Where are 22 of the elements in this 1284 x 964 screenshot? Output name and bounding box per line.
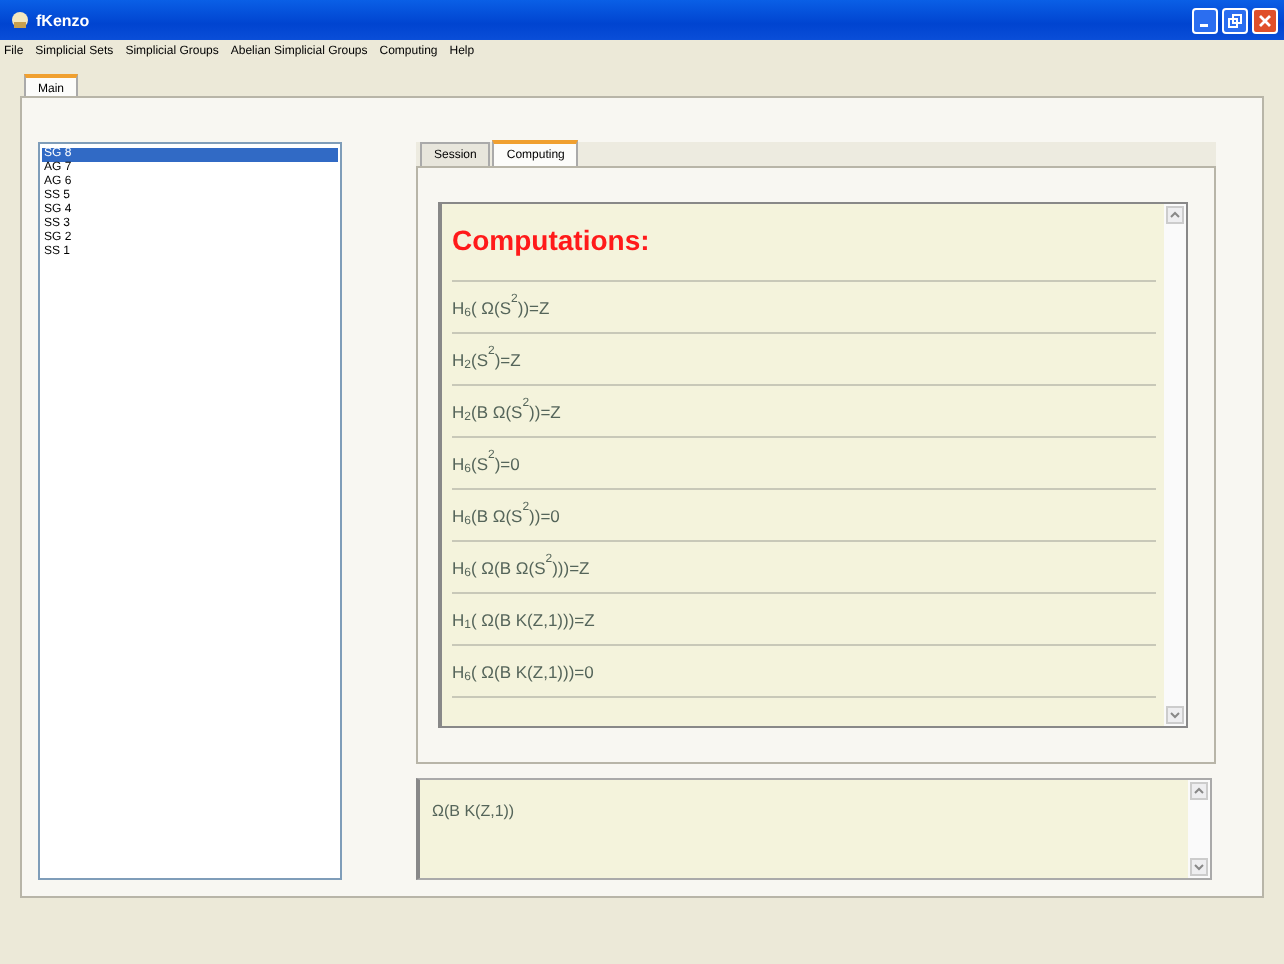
expression-field[interactable]: Ω(B K(Z,1)) [416, 778, 1212, 880]
scroll-up-arrow-icon[interactable] [1166, 206, 1184, 224]
minimize-button[interactable] [1192, 7, 1218, 33]
computation-result: H$_{2}$(S$^{2}$)=Z [452, 334, 1156, 386]
window-title: fKenzo [36, 11, 92, 29]
scroll-down-arrow-icon[interactable] [1166, 706, 1184, 724]
computation-result: H$_{6}$(S$^{2}$)=0 [452, 438, 1156, 490]
app-icon [10, 10, 30, 30]
close-button[interactable] [1252, 7, 1278, 33]
scroll-down-arrow-icon[interactable] [1190, 858, 1208, 876]
computation-result: H$_{2}$(B Ω(S$^{2}$))=Z [452, 386, 1156, 438]
close-icon [1258, 13, 1272, 27]
scroll-up-arrow-icon[interactable] [1190, 782, 1208, 800]
restore-icon [1228, 13, 1242, 27]
restore-button[interactable] [1222, 7, 1248, 33]
computation-result: H$_{1}$( Ω(B K(Z,1)))=Z [452, 594, 1156, 646]
scrollbar[interactable] [1164, 204, 1186, 726]
computations-heading: Computations: [452, 204, 1156, 282]
computation-result: H$_{6}$(B Ω(S$^{2}$))=0 [452, 490, 1156, 542]
computation-result: H$_{6}$( Ω(S$^{2}$))=Z [452, 282, 1156, 334]
computation-result: H$_{6}$( Ω(B K(Z,1)))=0 [452, 646, 1156, 698]
computation-result: H$_{6}$( Ω(B Ω(S$^{2}$)))=Z [452, 542, 1156, 594]
